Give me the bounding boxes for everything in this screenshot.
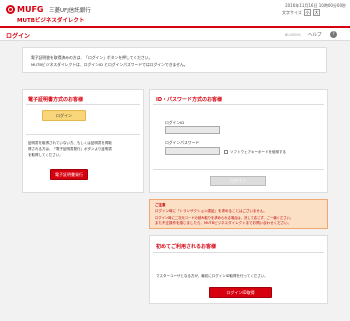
certificate-text-line-2: 得される方は、「電子証明書発行」ボタンより証明書 bbox=[28, 147, 112, 151]
intro-panel: 電子証明書を取得済みの方は、「ログイン」ボタンを押してください。 MUTBビジネ… bbox=[22, 47, 327, 73]
id-password-panel-divider bbox=[153, 104, 324, 105]
brand-logo-text: MUFG bbox=[17, 5, 44, 14]
certificate-text-line-1: 証明書を取得されていない方、もしくは証明書を再取 bbox=[28, 141, 112, 145]
notice-line-1: ログイン時に「トランザクション認証」を求めることはございません。 bbox=[155, 209, 267, 213]
bank-name: 三菱UFJ信託銀行 bbox=[49, 8, 91, 14]
notice-line-3: また不正操作を感じましたら、MUTBビジネスダイレクトまでお問い合わせください。 bbox=[155, 221, 292, 225]
certificate-text-line-3: を取得してください。 bbox=[28, 153, 63, 157]
security-notice: ご注意 ログイン時に「トランザクション認証」を求めることはございません。 ログイ… bbox=[149, 199, 328, 229]
mufg-logo-icon bbox=[6, 5, 15, 14]
id-password-panel-title: ID・パスワード方式のお客様 bbox=[156, 97, 223, 103]
get-login-id-button[interactable]: ログインID取得 bbox=[209, 287, 272, 298]
certificate-panel-title: 電子証明書方式のお客様 bbox=[28, 97, 84, 103]
software-keyboard-checkbox[interactable] bbox=[224, 150, 228, 154]
id-password-login-button[interactable]: ログイン bbox=[210, 176, 266, 186]
issue-certificate-button[interactable]: 電子証明書発行 bbox=[50, 169, 88, 180]
service-name: MUTBビジネスダイレクト bbox=[17, 18, 85, 24]
first-user-panel-title: 初めてご利用されるお客様 bbox=[156, 244, 217, 250]
intro-line-1: 電子証明書を取得済みの方は、「ログイン」ボタンを押してください。 bbox=[31, 55, 153, 60]
certificate-login-button[interactable]: ログイン bbox=[42, 110, 86, 121]
intro-line-2: MUTBビジネスダイレクトは、ログインID とログインパスワードではログインでき… bbox=[31, 62, 188, 67]
font-size-large-button[interactable]: 大 bbox=[313, 9, 320, 16]
help-icon[interactable]: ? bbox=[330, 31, 337, 38]
login-id-input[interactable] bbox=[165, 126, 220, 134]
id-password-panel-divider-2 bbox=[153, 169, 324, 170]
first-user-text: マスターユーザとなる方が、最初にログインID取得を行ってください。 bbox=[156, 274, 268, 278]
font-size-label: 文字サイズ bbox=[282, 10, 302, 15]
font-size-small-button[interactable]: 小 bbox=[304, 9, 311, 16]
page-title: ログイン bbox=[6, 33, 31, 40]
notice-title: ご注意 bbox=[155, 203, 166, 207]
help-link[interactable]: ヘルプ bbox=[308, 32, 322, 38]
login-password-input[interactable] bbox=[165, 147, 220, 155]
notice-line-2: ログイン時に二次元コードの読み取りを求められる場合は、決して応じず、ご一報くださ… bbox=[155, 216, 294, 220]
certificate-panel-divider bbox=[26, 104, 140, 105]
first-user-panel-divider bbox=[153, 252, 324, 253]
software-keyboard-label: ソフトウェアキーボードを使用する bbox=[230, 150, 286, 154]
login-password-label: ログインパスワード bbox=[165, 140, 200, 145]
certificate-panel-divider-2 bbox=[26, 134, 140, 135]
screen-id: BLG0001 bbox=[285, 33, 301, 37]
